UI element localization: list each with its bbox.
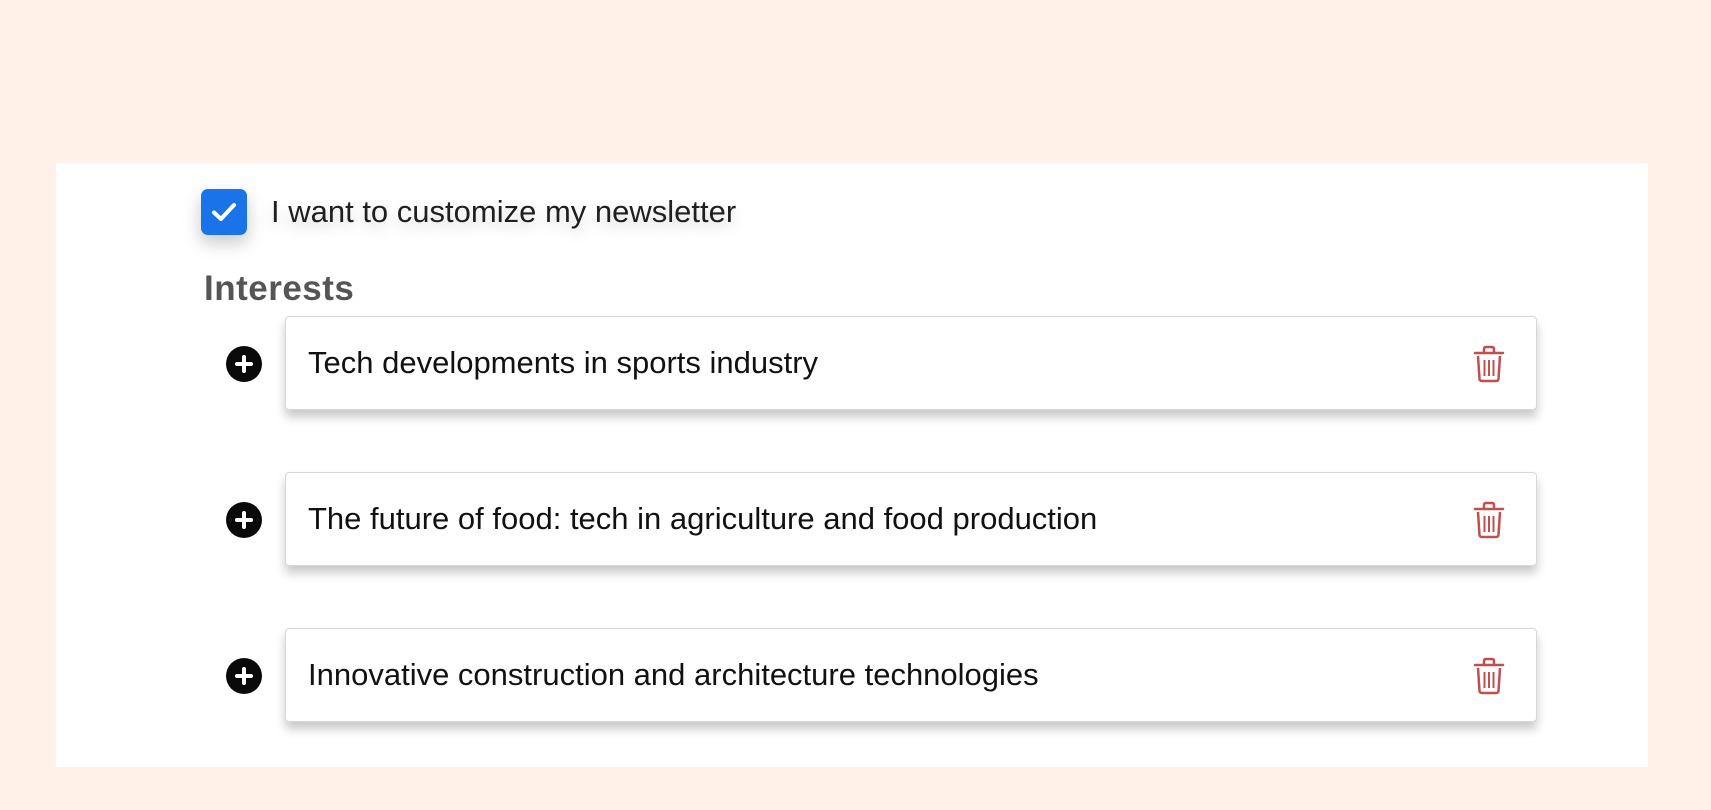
trash-icon [1473,657,1505,695]
interest-item[interactable]: The future of food: tech in agriculture … [285,472,1537,566]
plus-icon [235,667,253,685]
customize-newsletter-option[interactable]: I want to customize my newsletter [201,187,736,237]
delete-interest-button[interactable] [1472,501,1506,539]
interest-item[interactable]: Tech developments in sports industry [285,316,1537,410]
customize-newsletter-label[interactable]: I want to customize my newsletter [271,194,736,230]
interest-text[interactable]: Innovative construction and architecture… [308,629,1039,721]
plus-icon [235,355,253,373]
interest-row: Tech developments in sports industry [226,316,1596,412]
trash-icon [1473,501,1505,539]
interest-text[interactable]: The future of food: tech in agriculture … [308,473,1097,565]
newsletter-settings-panel: I want to customize my newsletter Intere… [56,163,1648,767]
interests-heading: Interests [204,269,355,308]
delete-interest-button[interactable] [1472,345,1506,383]
add-interest-button[interactable] [226,346,262,382]
add-interest-button[interactable] [226,658,262,694]
delete-interest-button[interactable] [1472,657,1506,695]
plus-icon [235,511,253,529]
interest-item[interactable]: Innovative construction and architecture… [285,628,1537,722]
checkmark-icon [212,203,236,221]
interest-row: The future of food: tech in agriculture … [226,472,1596,568]
interest-row: Innovative construction and architecture… [226,628,1596,724]
add-interest-button[interactable] [226,502,262,538]
interest-text[interactable]: Tech developments in sports industry [308,317,818,409]
customize-newsletter-checkbox[interactable] [201,189,247,235]
trash-icon [1473,345,1505,383]
